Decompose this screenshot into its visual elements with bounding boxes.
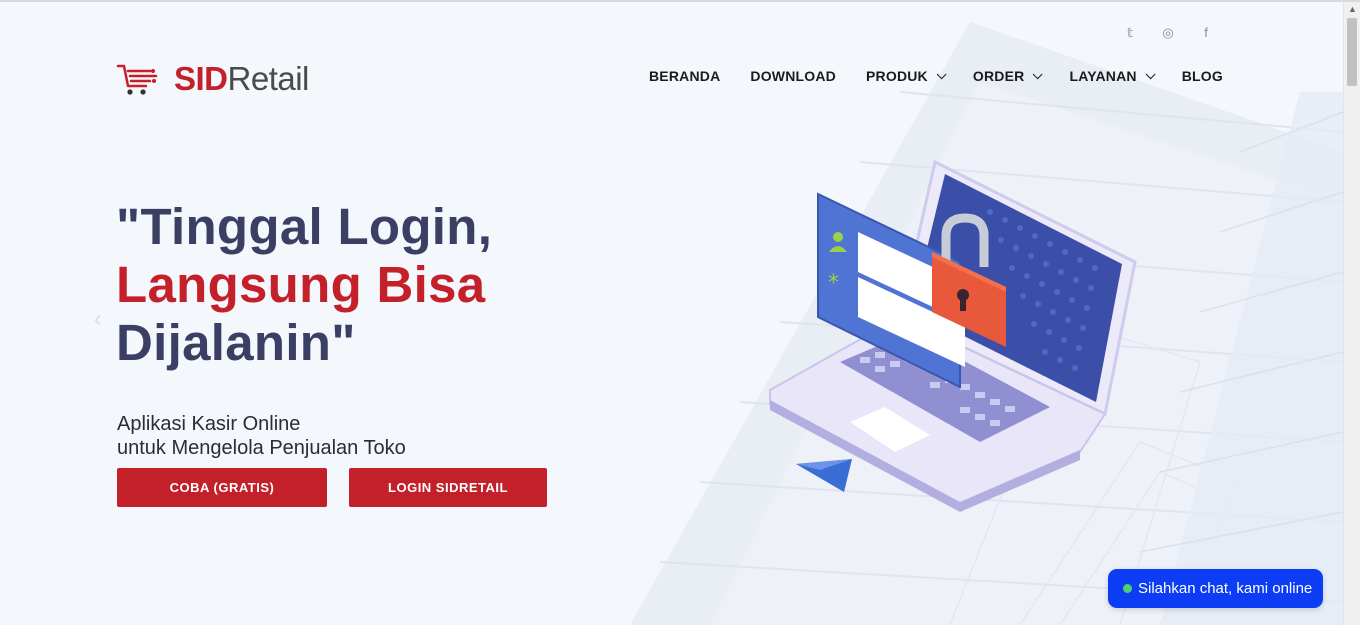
hero-title-line2: Langsung Bisa	[116, 256, 486, 313]
main-nav: BERANDA DOWNLOAD PRODUK ORDER LAYANAN BL…	[649, 66, 1223, 86]
logo-retail: Retail	[227, 60, 310, 97]
svg-text:*: *	[828, 271, 839, 296]
logo-sid: SID	[174, 60, 228, 97]
hero-subtitle: Aplikasi Kasir Online untuk Mengelola Pe…	[117, 412, 406, 460]
nav-blog-label: BLOG	[1181, 68, 1223, 84]
chat-widget-button[interactable]: Silahkan chat, kami online	[1108, 569, 1323, 608]
twitter-icon[interactable]: 𝕥	[1122, 24, 1138, 42]
nav-blog[interactable]: BLOG	[1182, 66, 1223, 86]
nav-layanan[interactable]: LAYANAN	[1069, 66, 1156, 86]
nav-download-label: DOWNLOAD	[750, 68, 836, 84]
nav-order[interactable]: ORDER	[972, 66, 1044, 86]
facebook-icon[interactable]: f	[1198, 24, 1214, 42]
chevron-down-icon	[1033, 68, 1044, 79]
nav-layanan-label: LAYANAN	[1069, 68, 1137, 84]
hero-title-line3: Dijalanin"	[116, 314, 356, 371]
try-free-button[interactable]: COBA (GRATIS)	[117, 468, 327, 507]
hero-title-line1: "Tinggal Login,	[116, 198, 493, 255]
hero-title: "Tinggal Login, Langsung Bisa Dijalanin"	[116, 198, 492, 372]
nav-produk-label: PRODUK	[866, 68, 928, 84]
online-status-icon	[1123, 584, 1132, 593]
nav-order-label: ORDER	[972, 68, 1025, 84]
shopping-cart-icon	[116, 64, 158, 95]
scrollbar-thumb[interactable]	[1347, 18, 1357, 86]
social-links: 𝕥 ◎ f	[1122, 24, 1214, 42]
hero-subtitle-line2: untuk Mengelola Penjualan Toko	[117, 437, 406, 459]
site-logo[interactable]: SIDRetail	[116, 60, 309, 98]
nav-download[interactable]: DOWNLOAD	[750, 66, 836, 86]
scroll-up-arrow-icon[interactable]: ▲	[1344, 2, 1360, 16]
chevron-down-icon	[936, 68, 947, 79]
vertical-scrollbar[interactable]: ▲	[1343, 2, 1360, 625]
logo-wordmark: SIDRetail	[174, 60, 309, 98]
hero-subtitle-line1: Aplikasi Kasir Online	[117, 413, 301, 435]
page: 𝕥 ◎ f SIDRetail BERANDA DOWNLOAD PRODUK …	[0, 2, 1343, 625]
laptop-lock-illustration: *	[769, 159, 1137, 512]
nav-produk[interactable]: PRODUK	[866, 66, 947, 86]
login-button[interactable]: LOGIN SIDRETAIL	[349, 468, 547, 507]
nav-beranda-label: BERANDA	[649, 68, 721, 84]
chevron-down-icon	[1145, 68, 1156, 79]
chat-label: Silahkan chat, kami online	[1138, 580, 1313, 597]
instagram-icon[interactable]: ◎	[1160, 24, 1176, 42]
slider-prev-arrow-icon[interactable]: ‹	[94, 306, 101, 332]
nav-beranda[interactable]: BERANDA	[649, 66, 720, 86]
